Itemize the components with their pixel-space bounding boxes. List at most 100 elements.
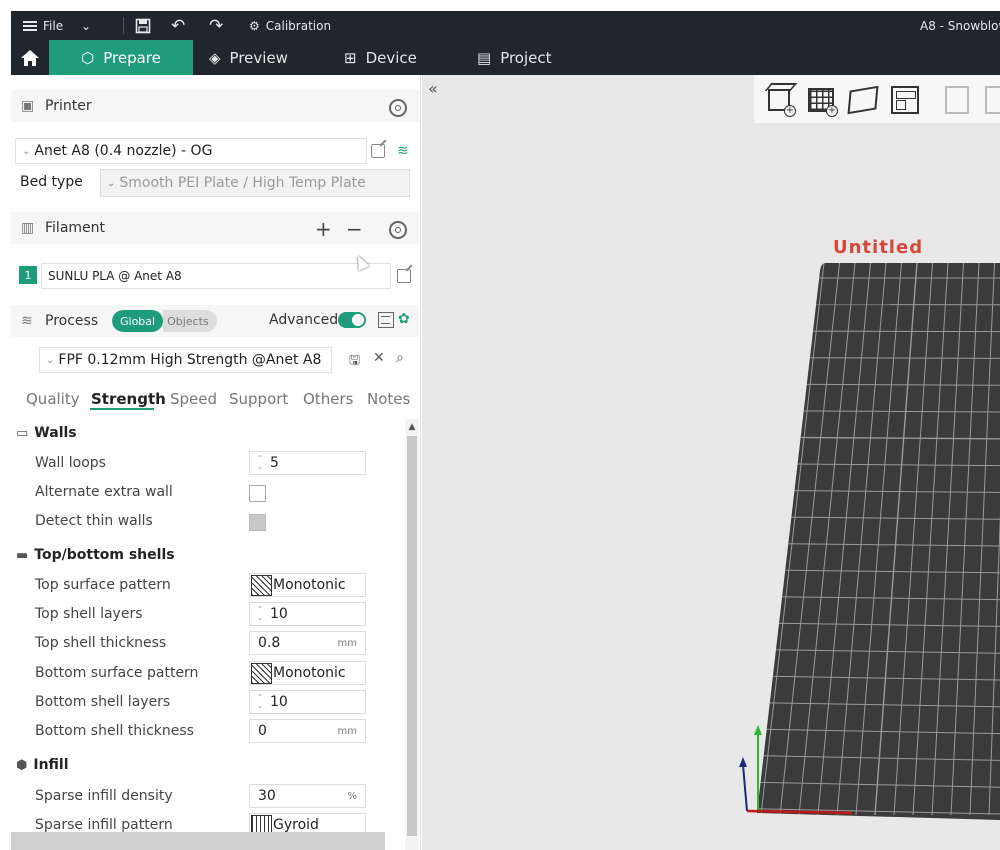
bottom-shell-layers-value: 10 [270, 694, 288, 710]
save-icon[interactable] [135, 11, 151, 40]
infill-title: Infill [33, 757, 69, 773]
tab-support[interactable]: Support [229, 390, 288, 408]
sparse-infill-pattern-value: Gyroid [273, 817, 319, 833]
grid-line [757, 330, 1000, 333]
horizontal-scrollbar[interactable] [11, 832, 385, 850]
redo-icon[interactable]: ↷ [209, 11, 223, 40]
detect-thin-walls-checkbox[interactable] [249, 514, 266, 531]
project-icon: ▤ [477, 48, 492, 67]
bottom-shell-layers-input[interactable]: ⌃ ⌄ 10 [249, 690, 366, 714]
bottom-shell-thickness-value: 0 [258, 723, 267, 739]
main-nav: ⬡ Prepare ◈ Preview ⊞ Device ▤ Project [11, 40, 1000, 75]
advanced-label: Advanced [269, 312, 339, 328]
shells-title: Top/bottom shells [34, 547, 175, 563]
scrollbar-thumb[interactable] [407, 436, 417, 836]
top-shell-layers-input[interactable]: ⌃ ⌄ 10 [249, 602, 366, 626]
scope-global-option[interactable]: Global [112, 310, 164, 332]
infill-icon: ⬢ [16, 757, 28, 773]
cube-icon: ⬡ [81, 48, 95, 67]
unit-label: % [347, 790, 357, 802]
detect-thin-walls-label: Detect thin walls [35, 513, 153, 529]
tab-prepare[interactable]: ⬡ Prepare [49, 40, 193, 75]
top-shell-thickness-label: Top shell thickness [35, 635, 167, 651]
monotonic-pattern-icon [251, 574, 272, 596]
wifi-icon[interactable]: ≋ [397, 143, 409, 159]
settings-tabs: Quality Strength Speed Support Others No… [11, 383, 419, 413]
alternate-extra-wall-label: Alternate extra wall [35, 484, 173, 500]
chevron-down-icon[interactable]: ⌄ [81, 11, 91, 40]
walls-icon: ▭ [16, 425, 29, 441]
tab-project[interactable]: ▤ Project [477, 40, 552, 75]
save-preset-icon[interactable]: 🖫 [349, 351, 360, 373]
bottom-shell-thickness-label: Bottom shell thickness [35, 723, 194, 739]
close-icon[interactable]: ✕ [373, 350, 385, 366]
tab-preview[interactable]: ◈ Preview [209, 40, 288, 75]
stepper-icon[interactable]: ⌃ ⌄ [250, 455, 270, 471]
settings-list: ▲ ▭ Walls Wall loops ⌃ ⌄ 5 Alternate extr… [11, 419, 419, 850]
bottom-shell-layers-label: Bottom shell layers [35, 694, 171, 710]
sparse-infill-density-input[interactable]: 30 % [249, 784, 366, 808]
filament-select[interactable]: SUNLU PLA @ Anet A8 [41, 263, 391, 289]
filament-edit-icon[interactable] [397, 269, 411, 283]
bottom-shell-thickness-input[interactable]: 0 mm [249, 719, 366, 743]
chevron-down-icon: ⌄ [107, 177, 116, 189]
tab-notes[interactable]: Notes [367, 390, 410, 408]
top-surface-pattern-select[interactable]: Monotonic [249, 573, 366, 597]
bed-type-label: Bed type [20, 174, 83, 190]
top-shell-thickness-input[interactable]: 0.8 mm [249, 631, 366, 655]
tab-speed[interactable]: Speed [170, 390, 217, 408]
unit-label: mm [337, 725, 357, 737]
tab-quality[interactable]: Quality [26, 390, 80, 408]
printer-edit-icon[interactable] [371, 144, 385, 158]
calibration-menu[interactable]: ⚙ Calibration [249, 11, 331, 40]
add-filament-button[interactable]: + [315, 217, 332, 241]
monotonic-pattern-icon [251, 662, 272, 684]
title-bar: File ⌄ ↶ ↷ ⚙ Calibration A8 - Snowblow [11, 11, 1000, 40]
scope-toggle[interactable]: Global Objects [112, 310, 217, 332]
divider [123, 17, 124, 34]
bed-type-select[interactable]: ⌄ Smooth PEI Plate / High Temp Plate [100, 169, 410, 197]
filament-header-label: Filament [45, 220, 106, 236]
file-menu[interactable]: File [23, 11, 63, 40]
scroll-up-arrow-icon[interactable]: ▲ [405, 419, 419, 435]
remove-filament-button[interactable]: − [346, 217, 363, 241]
search-icon[interactable]: ⌕ [396, 350, 404, 366]
3d-viewport[interactable]: « + + Untitled [422, 75, 1000, 850]
process-preset-select[interactable]: ⌄ FPF 0.12mm High Strength @Anet A8 [39, 347, 332, 373]
filament-settings-gear-icon[interactable] [389, 221, 407, 239]
home-button[interactable] [11, 40, 49, 75]
process-preset-value: FPF 0.12mm High Strength @Anet A8 [58, 352, 322, 368]
home-icon [21, 49, 39, 66]
tab-device[interactable]: ⊞ Device [344, 40, 417, 75]
shells-group-header: ▬ Top/bottom shells [16, 547, 175, 563]
undo-icon[interactable]: ↶ [171, 11, 185, 40]
alternate-extra-wall-checkbox[interactable] [249, 485, 266, 502]
process-layers-icon: ≋ [21, 313, 33, 329]
infill-group-header: ⬢ Infill [16, 757, 69, 773]
sparse-infill-density-label: Sparse infill density [35, 788, 173, 804]
sparse-infill-density-value: 30 [258, 788, 276, 804]
bottom-surface-pattern-select[interactable]: Monotonic [249, 661, 366, 685]
bed-type-value: Smooth PEI Plate / High Temp Plate [119, 175, 366, 191]
walls-group-header: ▭ Walls [16, 425, 77, 441]
wall-loops-input[interactable]: ⌃ ⌄ 5 [249, 451, 366, 475]
build-plate[interactable] [422, 75, 1000, 850]
process-list-icon[interactable] [378, 312, 394, 328]
chevron-down-icon: ⌄ [22, 145, 31, 157]
top-shell-layers-value: 10 [270, 606, 288, 622]
filament-select-value: SUNLU PLA @ Anet A8 [48, 269, 182, 283]
stepper-icon[interactable]: ⌃ ⌄ [250, 694, 270, 710]
tab-others[interactable]: Others [303, 390, 353, 408]
printer-select[interactable]: ⌄ Anet A8 (0.4 nozzle) - OG [15, 138, 367, 164]
advanced-toggle[interactable] [338, 312, 366, 328]
y-axis-arrow [754, 725, 762, 735]
printer-settings-gear-icon[interactable] [389, 99, 407, 117]
tab-strength[interactable]: Strength [91, 390, 166, 408]
stepper-icon[interactable]: ⌃ ⌄ [250, 606, 270, 622]
left-panel: ▣ Printer ⌄ Anet A8 (0.4 nozzle) - OG ≋ … [11, 75, 421, 850]
top-surface-pattern-value: Monotonic [273, 577, 346, 593]
scope-objects-option[interactable]: Objects [163, 310, 217, 332]
process-compare-icon[interactable]: ✿ [398, 311, 410, 327]
top-shell-layers-label: Top shell layers [35, 606, 143, 622]
file-menu-label: File [43, 18, 64, 33]
